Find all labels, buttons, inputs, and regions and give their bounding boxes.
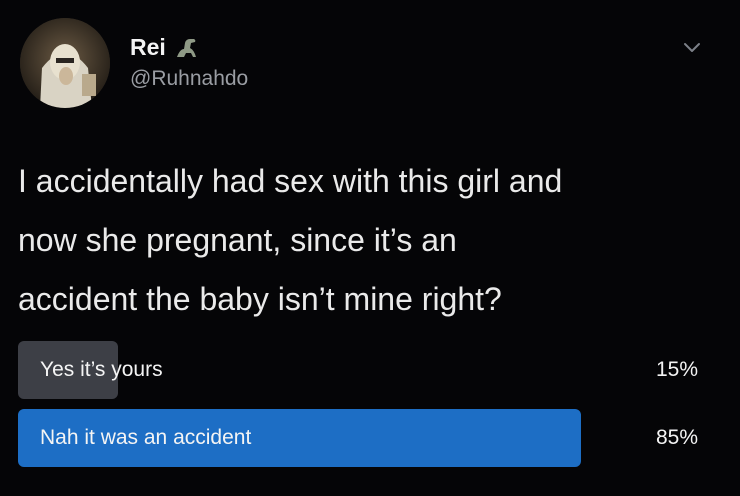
poll-option[interactable]: Yes it’s yours 15% [18,341,698,399]
name-row: Rei [130,34,200,61]
poll-option-label: Nah it was an accident [40,426,252,449]
avatar[interactable] [20,18,110,108]
display-name[interactable]: Rei [130,34,166,61]
tweet-card: Rei @Ruhnahdo I accidentally had sex wit… [0,0,740,496]
poll-option-percent: 85% [655,426,698,449]
chevron-down-icon[interactable] [681,39,703,55]
tweet-text: I accidentally had sex with this girl an… [18,163,563,317]
poll-option[interactable]: Nah it was an accident 85% [18,409,698,467]
poll-option-percent: 15% [655,358,698,381]
dinosaur-icon [176,38,196,57]
avatar-photo [20,18,110,108]
user-handle[interactable]: @Ruhnahdo [130,67,248,91]
poll-option-label: Yes it’s yours [40,358,163,381]
